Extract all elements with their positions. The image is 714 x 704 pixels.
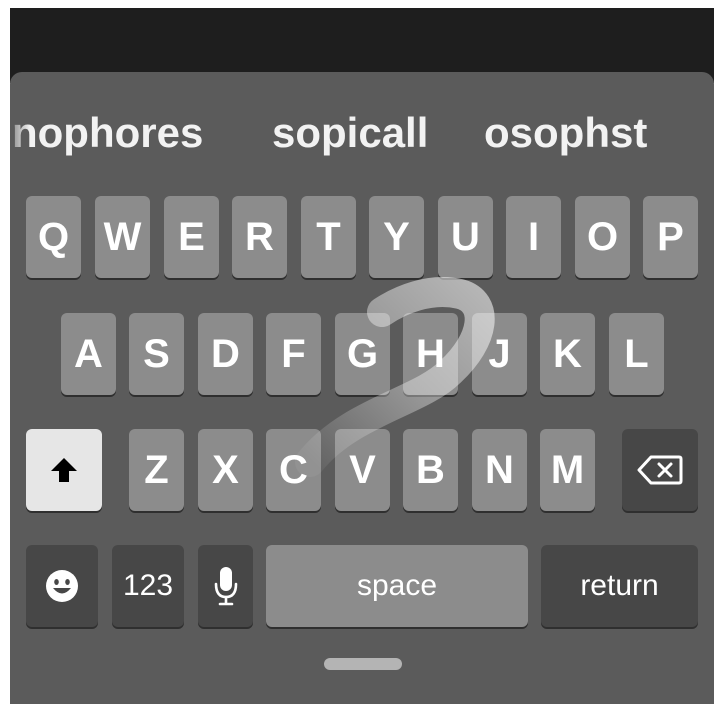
key-z[interactable]: Z — [129, 429, 184, 511]
key-h[interactable]: H — [403, 313, 458, 395]
emoji-key[interactable] — [26, 545, 98, 627]
key-i[interactable]: I — [506, 196, 561, 278]
delete-key[interactable] — [622, 429, 698, 511]
key-f[interactable]: F — [266, 313, 321, 395]
key-e[interactable]: E — [164, 196, 219, 278]
home-indicator[interactable] — [324, 658, 402, 670]
return-key[interactable]: return — [541, 545, 698, 627]
key-b[interactable]: B — [403, 429, 458, 511]
key-x[interactable]: X — [198, 429, 253, 511]
shift-key[interactable] — [26, 429, 102, 511]
key-g[interactable]: G — [335, 313, 390, 395]
swipe-keyboard: nophores sopicall osophst Q W E R T Y U … — [10, 72, 714, 704]
dictation-key[interactable] — [198, 545, 253, 627]
smiley-icon — [44, 568, 80, 604]
key-y[interactable]: Y — [369, 196, 424, 278]
key-k[interactable]: K — [540, 313, 595, 395]
key-r[interactable]: R — [232, 196, 287, 278]
microphone-icon — [213, 565, 239, 607]
key-q[interactable]: Q — [26, 196, 81, 278]
key-l[interactable]: L — [609, 313, 664, 395]
key-w[interactable]: W — [95, 196, 150, 278]
key-a[interactable]: A — [61, 313, 116, 395]
key-n[interactable]: N — [472, 429, 527, 511]
suggestion-1[interactable]: nophores — [10, 108, 203, 158]
key-u[interactable]: U — [438, 196, 493, 278]
key-v[interactable]: V — [335, 429, 390, 511]
suggestion-2[interactable]: sopicall — [272, 108, 428, 158]
backspace-icon — [637, 454, 683, 486]
numbers-key[interactable]: 123 — [112, 545, 184, 627]
suggestion-bar: nophores sopicall osophst — [10, 100, 714, 170]
suggestion-3[interactable]: osophst — [484, 108, 647, 158]
key-m[interactable]: M — [540, 429, 595, 511]
key-j[interactable]: J — [472, 313, 527, 395]
key-s[interactable]: S — [129, 313, 184, 395]
shift-arrow-icon — [49, 455, 79, 485]
key-d[interactable]: D — [198, 313, 253, 395]
key-o[interactable]: O — [575, 196, 630, 278]
key-t[interactable]: T — [301, 196, 356, 278]
space-key[interactable]: space — [266, 545, 528, 627]
key-c[interactable]: C — [266, 429, 321, 511]
key-p[interactable]: P — [643, 196, 698, 278]
